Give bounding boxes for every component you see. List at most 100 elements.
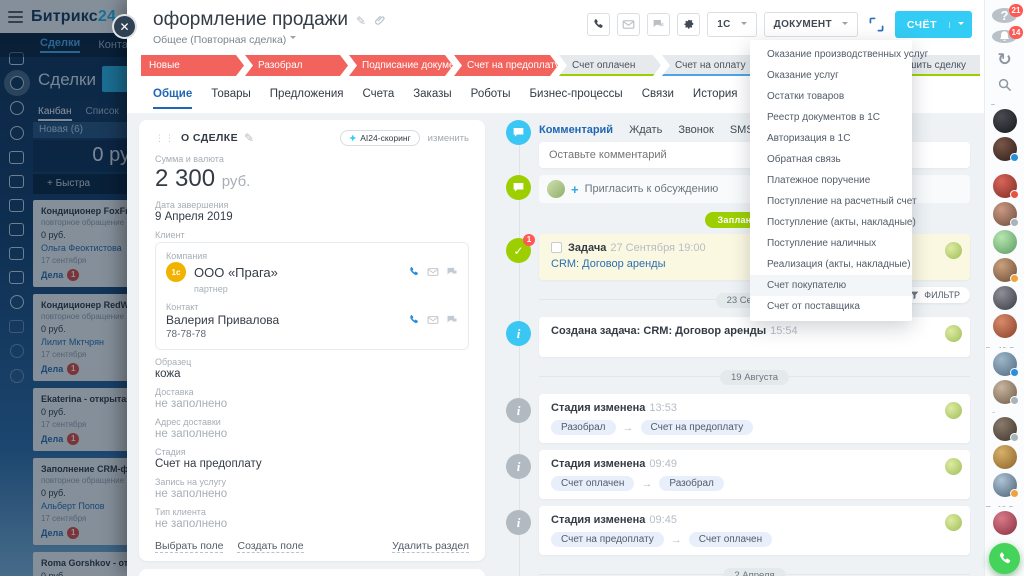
copy-link-icon[interactable] xyxy=(374,14,385,25)
timeman-icon[interactable] xyxy=(10,101,24,115)
ai-scoring-pill[interactable]: AI24-скоринг xyxy=(340,130,419,146)
email-company-icon[interactable] xyxy=(427,266,439,278)
email-contact-icon[interactable] xyxy=(427,314,439,326)
chat-contact-icon[interactable] xyxy=(446,314,458,326)
collapse-menu-icon[interactable] xyxy=(10,295,24,309)
avatar[interactable] xyxy=(993,258,1017,282)
document-dropdown-button[interactable]: ДОКУМЕНТ xyxy=(764,12,858,37)
menu-item[interactable]: Поступление на расчетный счет xyxy=(750,191,912,212)
edit-title-icon[interactable]: ✎ xyxy=(356,14,366,28)
timeline-entry[interactable]: i Стадия изменена13:53 Разобрал→Счет на … xyxy=(539,394,970,443)
tab-deals[interactable]: Сделки xyxy=(40,37,80,53)
composer-tab-wait[interactable]: Ждать xyxy=(629,124,662,136)
call-fab-button[interactable] xyxy=(989,543,1020,574)
menu-item[interactable]: Поступление (акты, накладные) xyxy=(750,212,912,233)
stage-item[interactable]: Новые xyxy=(141,55,244,76)
menu-item[interactable]: Остатки товаров xyxy=(750,86,912,107)
menu-item-hovered[interactable]: Счет покупателю xyxy=(750,275,912,296)
avatar[interactable] xyxy=(993,202,1017,226)
tab-products[interactable]: Товары xyxy=(211,88,251,109)
stage-item[interactable]: Счет на оплату xyxy=(662,55,764,76)
avatar[interactable] xyxy=(993,137,1017,161)
menu-item[interactable]: Реализация (акты, накладные) xyxy=(750,254,912,275)
avatar[interactable] xyxy=(993,286,1017,310)
avatar[interactable] xyxy=(993,230,1017,254)
hamburger-menu-icon[interactable] xyxy=(8,11,23,23)
messenger-icon[interactable] xyxy=(10,76,24,90)
call-button[interactable] xyxy=(587,13,610,36)
settings-icon[interactable] xyxy=(10,344,24,358)
kanban-card[interactable]: Ekaterina - открытая лин 0 руб. 17 сентя… xyxy=(33,388,132,451)
edit-fields-link[interactable]: изменить xyxy=(428,133,469,144)
timeline-entry[interactable]: i Стадия изменена09:49 Счет оплачен→Разо… xyxy=(539,450,970,499)
mail-module-icon[interactable] xyxy=(9,199,24,212)
stage-item[interactable]: Разобрал xyxy=(245,55,348,76)
kanban-card[interactable]: Заполнение CRM-формы повторное обращение… xyxy=(33,458,132,545)
view-kanban[interactable]: Канбан xyxy=(38,106,72,121)
automation-icon[interactable] xyxy=(9,320,24,333)
drive-icon[interactable] xyxy=(9,247,24,260)
stage-item[interactable]: Подписание документов xyxy=(349,55,453,76)
tab-robots[interactable]: Роботы xyxy=(471,88,511,109)
calendar-icon[interactable] xyxy=(9,223,24,236)
worktime-icon[interactable] xyxy=(10,126,24,140)
deal-category-selector[interactable]: Общее (Повторная сделка) xyxy=(153,34,296,46)
tab-quotes[interactable]: Предложения xyxy=(270,88,344,109)
composer-tab-call[interactable]: Звонок xyxy=(678,124,714,136)
quick-add-deal[interactable]: + Быстра xyxy=(33,174,132,194)
company-name-link[interactable]: ООО «Прага» xyxy=(194,265,278,280)
avatar[interactable] xyxy=(993,174,1017,198)
history-button[interactable]: ↻ xyxy=(992,50,1017,70)
expand-fullscreen-button[interactable] xyxy=(865,13,888,36)
notifications-bell-button[interactable]: 14 xyxy=(992,30,1017,43)
tab-links[interactable]: Связи xyxy=(642,88,674,109)
search-button[interactable] xyxy=(992,77,1017,92)
invoice-button[interactable]: СЧЁТ xyxy=(895,11,972,38)
edit-section-icon[interactable]: ✎ xyxy=(244,131,254,145)
tab-contacts[interactable]: Конта xyxy=(98,39,128,51)
menu-item[interactable]: Платежное поручение xyxy=(750,170,912,191)
tab-history[interactable]: История xyxy=(693,88,738,109)
composer-tab-comment[interactable]: Комментарий xyxy=(539,124,613,136)
add-section-icon[interactable] xyxy=(10,369,24,383)
menu-item[interactable]: Оказание производственных услуг xyxy=(750,44,912,65)
view-list[interactable]: Список xyxy=(86,106,119,121)
timeline-entry[interactable]: i Стадия изменена09:45 Счет на предоплат… xyxy=(539,506,970,555)
contact-name-link[interactable]: Валерия Привалова xyxy=(166,313,279,327)
select-field-link[interactable]: Выбрать поле xyxy=(155,540,223,553)
chat-company-icon[interactable] xyxy=(446,266,458,278)
call-contact-icon[interactable] xyxy=(408,314,420,326)
menu-item[interactable]: Оказание услуг xyxy=(750,65,912,86)
delete-section-link[interactable]: Удалить раздел xyxy=(392,540,469,553)
tasks-icon[interactable] xyxy=(9,175,24,188)
kanban-card[interactable]: Кондиционер FoxFrost+ 1 повторное обраще… xyxy=(33,200,132,287)
stage-item[interactable]: Счет оплачен xyxy=(559,55,661,76)
avatar[interactable] xyxy=(993,511,1017,535)
analytics-icon[interactable] xyxy=(9,151,24,164)
close-slider-button[interactable]: ✕ xyxy=(112,14,137,39)
chat-button[interactable] xyxy=(647,13,670,36)
crm-icon[interactable] xyxy=(9,271,24,284)
menu-item[interactable]: Авторизация в 1С xyxy=(750,128,912,149)
timeline-entry[interactable]: i Создана задача: CRM: Договор аренды15:… xyxy=(539,317,970,357)
avatar[interactable] xyxy=(993,417,1017,441)
avatar[interactable] xyxy=(993,352,1017,376)
tab-general[interactable]: Общие xyxy=(153,88,192,109)
task-checkbox[interactable] xyxy=(551,242,562,253)
kanban-card[interactable]: Roma Gorshkov - открыта 0 руб. 17 сентяб… xyxy=(33,552,132,576)
stage-item[interactable]: Счет на предоплату xyxy=(454,55,558,76)
avatar[interactable] xyxy=(993,445,1017,469)
task-link[interactable]: CRM: Договор аренды xyxy=(551,258,666,270)
menu-item[interactable]: Реестр документов в 1С xyxy=(750,107,912,128)
avatar[interactable] xyxy=(993,380,1017,404)
contact-phone[interactable]: 78-78-78 xyxy=(166,329,458,340)
menu-item[interactable]: Поступление наличных xyxy=(750,233,912,254)
tab-orders[interactable]: Заказы xyxy=(413,88,451,109)
deal-title[interactable]: оформление продажи xyxy=(153,9,348,31)
menu-item[interactable]: Обратная связь xyxy=(750,149,912,170)
kanban-column-header[interactable]: Новая (6) xyxy=(33,122,132,138)
call-company-icon[interactable] xyxy=(408,266,420,278)
tab-bizproc[interactable]: Бизнес-процессы xyxy=(529,88,622,109)
avatar[interactable] xyxy=(993,473,1017,497)
kanban-card[interactable]: Кондиционер RedWatts 6 повторное обращен… xyxy=(33,294,132,381)
